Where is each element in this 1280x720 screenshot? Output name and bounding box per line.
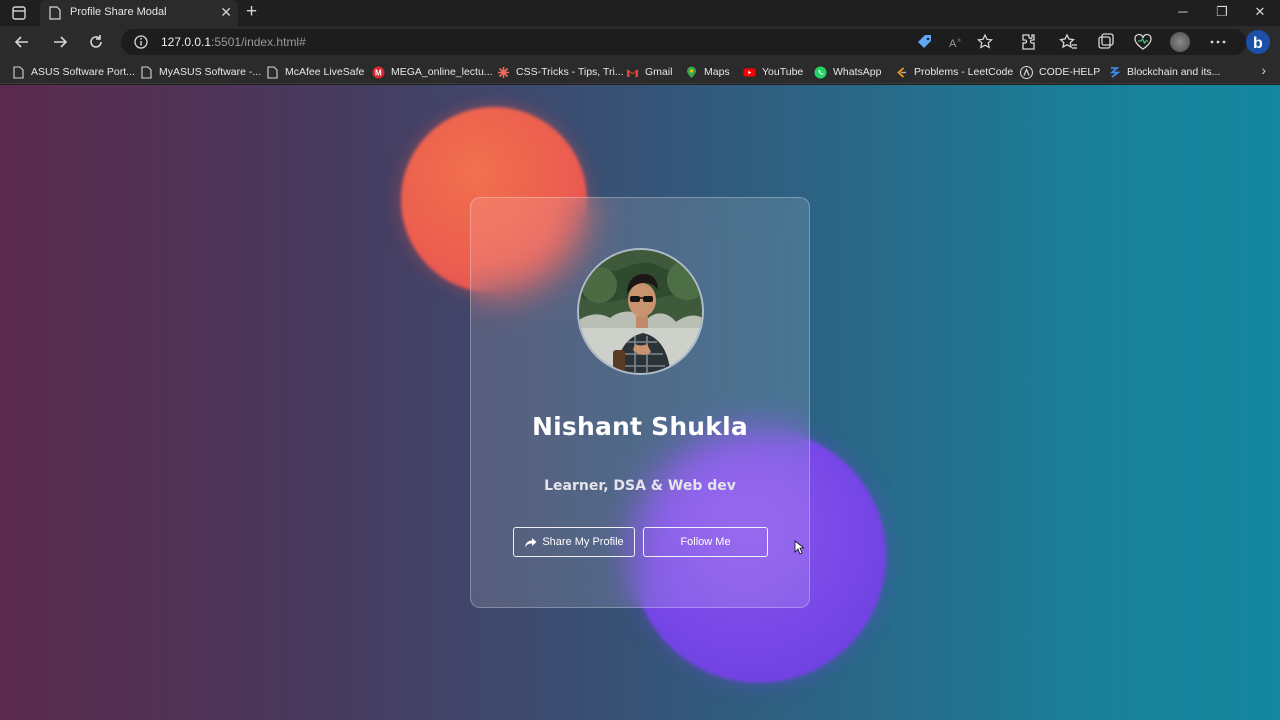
bookmark-mcafee[interactable]: McAfee LiveSafe: [266, 64, 364, 80]
more-options-icon[interactable]: [1208, 32, 1228, 52]
bookmarks-more-icon[interactable]: ›: [1261, 62, 1266, 78]
bookmark-myasus-software[interactable]: MyASUS Software -...: [140, 64, 261, 80]
share-profile-button[interactable]: Share My Profile: [513, 527, 635, 557]
bookmark-code-help[interactable]: CODE-HELP: [1020, 64, 1100, 80]
url-text: 127.0.0.1:5501/index.html#: [161, 35, 306, 49]
navigation-bar: 127.0.0.1:5501/index.html# A » b: [0, 26, 1280, 58]
page-background: Nishant Shukla Learner, DSA & Web dev Sh…: [0, 85, 1280, 720]
browser-tab[interactable]: Profile Share Modal ✕: [40, 0, 238, 26]
svg-text:A: A: [949, 38, 957, 50]
profile-avatar-icon[interactable]: [1170, 32, 1190, 52]
profile-card: Nishant Shukla Learner, DSA & Web dev Sh…: [470, 197, 810, 608]
codehelp-icon: [1020, 65, 1033, 79]
bookmark-maps[interactable]: Maps: [685, 64, 730, 80]
read-aloud-icon[interactable]: A »: [947, 33, 965, 51]
favorites-icon[interactable]: [1059, 32, 1079, 52]
bookmark-blockchain[interactable]: Blockchain and its...: [1108, 64, 1220, 80]
page-icon: [49, 6, 61, 20]
profile-name: Nishant Shukla: [532, 412, 748, 441]
follow-button[interactable]: Follow Me: [643, 527, 768, 557]
bookmark-leetcode[interactable]: Problems - LeetCode: [895, 64, 1013, 80]
refresh-icon[interactable]: [86, 32, 106, 52]
close-tab-icon[interactable]: ✕: [220, 4, 232, 20]
collections-icon[interactable]: [1096, 32, 1116, 52]
tab-actions-icon[interactable]: [11, 5, 27, 21]
blockchain-icon: [1109, 66, 1121, 78]
extensions-icon[interactable]: [1018, 32, 1038, 52]
share-profile-label: Share My Profile: [542, 536, 624, 548]
svg-text:»: »: [957, 37, 961, 44]
follow-label: Follow Me: [680, 536, 731, 548]
new-tab-button[interactable]: +: [246, 2, 257, 22]
site-info-icon[interactable]: [133, 34, 149, 50]
profile-bio: Learner, DSA & Web dev: [544, 478, 736, 494]
page-icon: [267, 65, 278, 79]
add-favorite-icon[interactable]: [977, 33, 995, 51]
coupon-tag-icon[interactable]: [916, 33, 934, 51]
share-icon: [525, 537, 537, 547]
url-path: :5501/index.html#: [211, 35, 306, 49]
css-tricks-icon: [498, 66, 509, 78]
leetcode-icon: [897, 66, 906, 78]
bing-copilot-icon[interactable]: b: [1245, 29, 1271, 55]
minimize-icon[interactable]: ─: [1173, 4, 1193, 20]
bookmark-gmail[interactable]: Gmail: [626, 64, 672, 80]
back-icon[interactable]: [12, 32, 32, 52]
gmail-icon: [627, 68, 638, 77]
bookmarks-bar: ASUS Software Port... MyASUS Software -.…: [0, 58, 1280, 84]
close-window-icon[interactable]: ✕: [1250, 4, 1270, 20]
svg-text:b: b: [1253, 35, 1263, 52]
bookmark-youtube[interactable]: YouTube: [743, 64, 803, 80]
bookmark-asus-software[interactable]: ASUS Software Port...: [12, 64, 135, 80]
svg-text:M: M: [375, 68, 382, 77]
profile-photo: [579, 250, 702, 373]
bookmark-mega[interactable]: M MEGA_online_lectu...: [372, 64, 493, 80]
mega-icon: M: [372, 66, 385, 78]
browser-essentials-icon[interactable]: [1133, 32, 1153, 52]
bookmark-whatsapp[interactable]: WhatsApp: [814, 64, 881, 80]
tab-title: Profile Share Modal: [70, 6, 167, 18]
page-icon: [141, 65, 152, 79]
maps-icon: [687, 66, 696, 78]
mouse-cursor-icon: [794, 540, 804, 555]
tab-strip: Profile Share Modal ✕ + ─ ❐ ✕: [0, 0, 1280, 26]
whatsapp-icon: [814, 66, 827, 78]
page-icon: [13, 65, 24, 79]
forward-icon[interactable]: [50, 32, 70, 52]
profile-avatar: [577, 248, 704, 375]
url-host: 127.0.0.1: [161, 35, 212, 49]
youtube-icon: [743, 68, 756, 76]
bookmark-css-tricks[interactable]: CSS-Tricks - Tips, Tri...: [497, 64, 624, 80]
restore-icon[interactable]: ❐: [1212, 4, 1232, 20]
